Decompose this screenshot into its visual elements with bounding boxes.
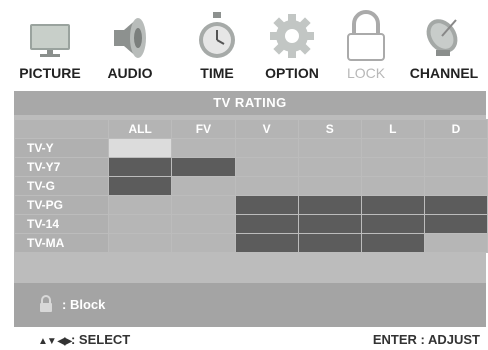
rating-row: TV-Y7 xyxy=(15,158,487,176)
column-header: FV xyxy=(172,120,235,138)
rating-row: TV-G xyxy=(15,177,487,195)
rating-cell[interactable] xyxy=(108,177,172,195)
footer-hints: ▲▼ ◀▶: SELECT ENTER : ADJUST xyxy=(14,327,486,350)
menu-item-picture[interactable]: PICTURE xyxy=(0,0,100,92)
rating-cell[interactable] xyxy=(172,234,235,252)
satellite-dish-icon xyxy=(426,19,458,56)
rating-cell[interactable] xyxy=(108,158,172,176)
navigation-arrows-icon: ▲▼ ◀▶ xyxy=(38,336,72,347)
menu-item-channel[interactable]: CHANNEL xyxy=(400,0,488,92)
column-header: V xyxy=(235,120,298,138)
column-header: ALL xyxy=(108,120,172,138)
enter-hint: ENTER : ADJUST xyxy=(372,332,480,347)
rating-row: TV-PG xyxy=(15,196,487,214)
rating-cell[interactable] xyxy=(172,215,235,233)
monitor-icon xyxy=(30,24,70,57)
rating-cell[interactable] xyxy=(361,215,424,233)
stopwatch-icon xyxy=(199,12,235,58)
grid-corner xyxy=(15,120,108,138)
menu-category-bar: PICTURE AUDIO TIME OPTION LOCK CHANNEL xyxy=(0,0,488,92)
menu-item-audio[interactable]: AUDIO xyxy=(100,0,160,92)
menu-item-label: OPTION xyxy=(265,65,319,81)
rating-cell[interactable] xyxy=(361,196,424,214)
rating-cell[interactable] xyxy=(298,234,361,252)
rating-cell[interactable] xyxy=(108,215,172,233)
rating-cell[interactable] xyxy=(108,234,172,252)
menu-item-lock[interactable]: LOCK xyxy=(332,0,400,92)
rating-cell[interactable] xyxy=(424,215,487,233)
rating-cell[interactable] xyxy=(235,158,298,176)
select-hint-text: : SELECT xyxy=(70,332,131,347)
rating-row-label: TV-G xyxy=(15,177,108,195)
rating-cell[interactable] xyxy=(361,139,424,157)
rating-cell[interactable] xyxy=(108,139,172,157)
rating-cell[interactable] xyxy=(235,234,298,252)
column-header-row: ALL FV V S L D xyxy=(15,120,487,138)
menu-item-option[interactable]: OPTION xyxy=(252,0,332,92)
rating-cell[interactable] xyxy=(235,196,298,214)
rating-cell[interactable] xyxy=(235,177,298,195)
padlock-icon xyxy=(40,295,52,312)
rating-cell[interactable] xyxy=(172,177,235,195)
rating-row-label: TV-MA xyxy=(15,234,108,252)
panel-title: TV RATING xyxy=(14,91,486,115)
rating-cell[interactable] xyxy=(298,215,361,233)
rating-cell[interactable] xyxy=(298,139,361,157)
select-hint: ▲▼ ◀▶: SELECT xyxy=(38,332,130,347)
rating-cell[interactable] xyxy=(424,158,487,176)
rating-cell[interactable] xyxy=(172,196,235,214)
rating-cell[interactable] xyxy=(172,158,235,176)
legend-label: : Block xyxy=(62,297,106,312)
rating-row-label: TV-Y xyxy=(15,139,108,157)
rating-row: TV-MA xyxy=(15,234,487,252)
rating-row: TV-Y xyxy=(15,139,487,157)
legend-bar: : Block xyxy=(14,283,486,327)
rating-row: TV-14 xyxy=(15,215,487,233)
rating-grid: ALL FV V S L D TV-Y TV-Y7 TV-G TV-PG TV-14 TV… xyxy=(14,119,488,253)
rating-cell[interactable] xyxy=(235,215,298,233)
menu-item-label: CHANNEL xyxy=(409,65,479,81)
rating-cell[interactable] xyxy=(424,139,487,157)
tv-osd-menu: PICTURE AUDIO TIME OPTION LOCK CHANNEL T… xyxy=(0,0,488,350)
rating-cell[interactable] xyxy=(361,158,424,176)
rating-row-label: TV-PG xyxy=(15,196,108,214)
rating-row-label: TV-Y7 xyxy=(15,158,108,176)
rating-cell[interactable] xyxy=(298,158,361,176)
menu-item-label: LOCK xyxy=(346,65,386,81)
menu-item-time[interactable]: TIME xyxy=(182,0,252,92)
rating-cell[interactable] xyxy=(298,196,361,214)
rating-cell[interactable] xyxy=(361,234,424,252)
column-header: L xyxy=(361,120,424,138)
rating-cell[interactable] xyxy=(298,177,361,195)
rating-cell[interactable] xyxy=(235,139,298,157)
rating-row-label: TV-14 xyxy=(15,215,108,233)
gear-icon xyxy=(270,14,314,58)
column-header: S xyxy=(298,120,361,138)
menu-item-label: TIME xyxy=(200,65,234,81)
rating-cell[interactable] xyxy=(424,196,487,214)
menu-item-label: AUDIO xyxy=(107,65,153,81)
menu-item-label: PICTURE xyxy=(19,65,81,81)
rating-cell[interactable] xyxy=(108,196,172,214)
rating-cell[interactable] xyxy=(172,139,235,157)
rating-cell[interactable] xyxy=(424,234,487,252)
padlock-icon xyxy=(347,10,385,61)
rating-cell[interactable] xyxy=(361,177,424,195)
speaker-icon xyxy=(114,18,146,58)
column-header: D xyxy=(424,120,487,138)
rating-cell[interactable] xyxy=(424,177,487,195)
